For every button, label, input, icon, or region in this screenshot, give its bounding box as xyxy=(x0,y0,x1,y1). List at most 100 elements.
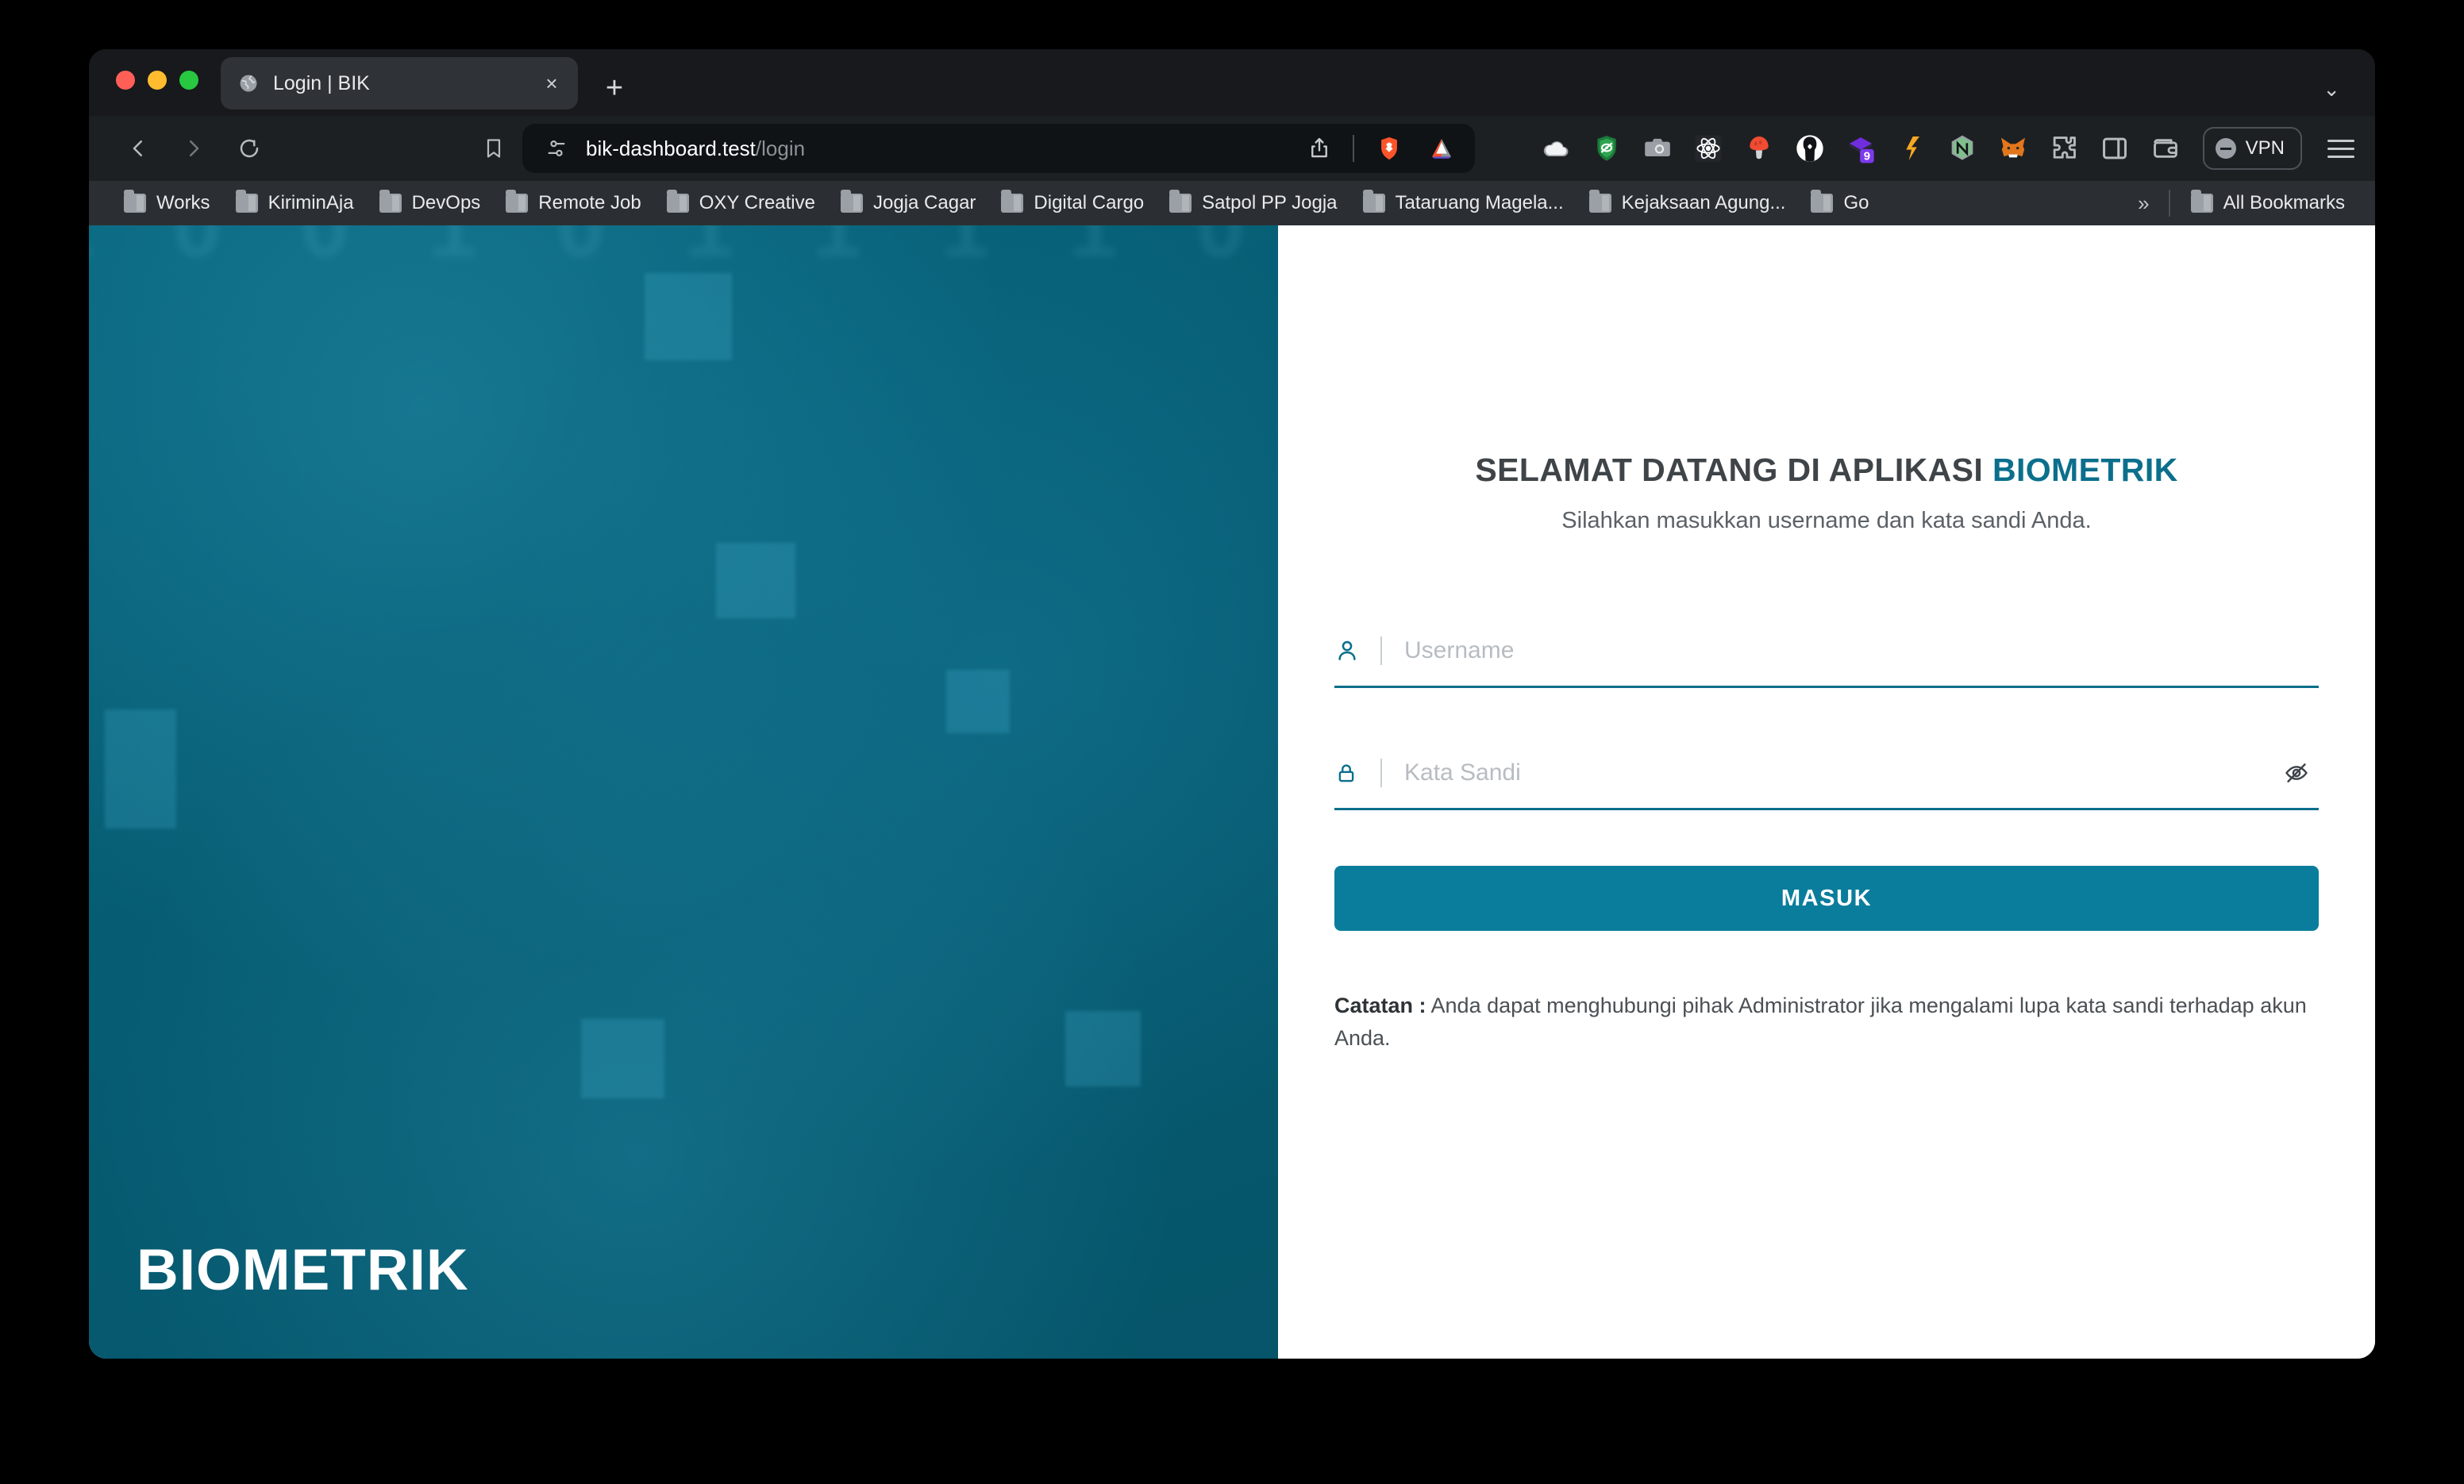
bookmarks-overflow-button[interactable]: » xyxy=(2127,191,2160,216)
all-bookmarks-label: All Bookmarks xyxy=(2223,192,2345,213)
page-viewport: 1 0 0 1 0 1 1 1 1 0 1 0 0 1 0 0 1 1 0 1 … xyxy=(89,225,2375,1359)
chevron-down-icon[interactable]: ⌄ xyxy=(2323,77,2340,102)
new-tab-button[interactable]: + xyxy=(597,73,632,103)
forward-icon[interactable] xyxy=(171,126,216,171)
reload-icon[interactable] xyxy=(227,126,271,171)
folder-icon xyxy=(1169,190,1192,213)
page-title-prefix: SELAMAT DATANG DI APLIKASI xyxy=(1475,452,1984,488)
bookmark-label: OXY Creative xyxy=(699,192,815,213)
mushroom-icon[interactable] xyxy=(1741,130,1777,167)
hexagon-icon[interactable] xyxy=(1944,130,1981,167)
react-devtools-icon[interactable] xyxy=(1690,130,1727,167)
login-panel: SELAMAT DATANG DI APLIKASI BIOMETRIK Sil… xyxy=(1278,225,2375,1359)
bookmark-icon[interactable] xyxy=(473,128,514,169)
puzzle-piece-icon[interactable] xyxy=(2046,130,2082,167)
bookmark-item[interactable]: Remote Job xyxy=(493,186,653,221)
folder-icon xyxy=(666,190,689,213)
back-icon[interactable] xyxy=(116,126,160,171)
hero-decorative-blocks xyxy=(89,225,1278,1359)
bookmark-label: Jogja Cagar xyxy=(873,192,976,213)
folder-icon xyxy=(1001,190,1024,213)
bookmark-label: Digital Cargo xyxy=(1034,192,1145,213)
close-icon[interactable]: × xyxy=(540,73,564,94)
lock-icon xyxy=(1334,759,1377,786)
url-path: /login xyxy=(755,136,806,160)
bookmark-item[interactable]: Works xyxy=(111,186,223,221)
person-icon xyxy=(1334,637,1377,664)
folder-icon xyxy=(2190,190,2213,213)
folder-icon xyxy=(1362,190,1385,213)
folder-icon xyxy=(1811,190,1834,213)
toolbar-divider xyxy=(1353,135,1354,162)
login-submit-button[interactable]: MASUK xyxy=(1334,866,2319,931)
camera-icon[interactable] xyxy=(1639,130,1676,167)
folder-icon xyxy=(1588,190,1611,213)
sidebar-panel-icon[interactable] xyxy=(2096,130,2133,167)
page-title-brand: BIOMETRIK xyxy=(1992,452,2178,488)
bookmark-item[interactable]: Satpol PP Jogja xyxy=(1157,186,1349,221)
bookmark-item[interactable]: Digital Cargo xyxy=(988,186,1157,221)
bookmark-label: Tataruang Magela... xyxy=(1395,192,1564,213)
bookmarks-divider xyxy=(2168,190,2170,217)
bookmark-label: DevOps xyxy=(411,192,481,213)
browser-window: Login | BIK × + ⌄ bik-dashboard.test/log… xyxy=(89,49,2375,1359)
page-title: SELAMAT DATANG DI APLIKASI BIOMETRIK xyxy=(1334,452,2319,489)
vpn-dot-icon xyxy=(2215,138,2236,159)
folder-icon xyxy=(379,190,402,213)
shield-green-icon[interactable] xyxy=(1588,130,1625,167)
tab-title: Login | BIK xyxy=(273,71,370,94)
note-label: Catatan : xyxy=(1334,994,1426,1017)
window-traffic-lights xyxy=(116,49,198,116)
bookmarks-bar: Works KiriminAja DevOps Remote Job OXY C… xyxy=(89,181,2375,225)
bookmark-item[interactable]: DevOps xyxy=(367,186,494,221)
bookmark-item[interactable]: KiriminAja xyxy=(223,186,367,221)
hamburger-menu-icon[interactable] xyxy=(2327,139,2354,158)
browser-tab[interactable]: Login | BIK × xyxy=(221,57,578,110)
globe-icon xyxy=(237,71,260,95)
vpn-button[interactable]: VPN xyxy=(2202,127,2302,170)
field-divider xyxy=(1380,758,1382,787)
lightning-icon[interactable] xyxy=(1893,130,1930,167)
login-form: SELAMAT DATANG DI APLIKASI BIOMETRIK Sil… xyxy=(1334,452,2319,1055)
hero-panel: 1 0 0 1 0 1 1 1 1 0 1 0 0 1 0 0 1 1 0 1 … xyxy=(89,225,1278,1359)
hero-logo: BIOMETRIK xyxy=(137,1238,469,1302)
folder-icon xyxy=(124,190,146,213)
bookmark-item[interactable]: Kejaksaan Agung... xyxy=(1577,186,1799,221)
password-input[interactable] xyxy=(1404,759,2274,786)
password-field-group xyxy=(1334,742,2319,810)
bookmark-item[interactable]: Tataruang Magela... xyxy=(1350,186,1577,221)
bookmark-item[interactable]: OXY Creative xyxy=(654,186,828,221)
url-host: bik-dashboard.test xyxy=(586,136,756,160)
vpn-label: VPN xyxy=(2245,137,2285,159)
page-subtitle: Silahkan masukkan username dan kata sand… xyxy=(1561,508,2092,533)
folder-icon xyxy=(235,190,258,213)
share-icon[interactable] xyxy=(1303,136,1335,160)
bookmark-label: Remote Job xyxy=(538,192,641,213)
metamask-fox-icon[interactable] xyxy=(1995,130,2031,167)
field-divider xyxy=(1380,636,1382,665)
window-zoom-button[interactable] xyxy=(179,71,198,90)
window-minimize-button[interactable] xyxy=(148,71,167,90)
wallet-icon[interactable] xyxy=(2147,130,2184,167)
cloud-icon[interactable] xyxy=(1538,130,1574,167)
all-bookmarks-button[interactable]: All Bookmarks xyxy=(2178,186,2358,221)
address-bar-url: bik-dashboard.test/login xyxy=(586,136,1286,161)
bookmark-label: KiriminAja xyxy=(268,192,354,213)
bookmark-label: Satpol PP Jogja xyxy=(1202,192,1338,213)
note-text: Catatan : Anda dapat menghubungi pihak A… xyxy=(1334,990,2319,1055)
tune-icon[interactable] xyxy=(545,136,568,160)
address-bar[interactable]: bik-dashboard.test/login xyxy=(522,124,1475,173)
folder-icon xyxy=(506,190,529,213)
username-input[interactable] xyxy=(1404,636,2319,664)
svg-text:9: 9 xyxy=(1863,150,1869,163)
prism-triangle-icon[interactable] xyxy=(1424,131,1459,166)
bookmark-item[interactable]: Jogja Cagar xyxy=(828,186,988,221)
bookmark-item[interactable]: Go xyxy=(1798,186,1881,221)
brave-shield-icon[interactable] xyxy=(1372,131,1407,166)
eye-off-icon[interactable] xyxy=(2274,759,2319,786)
note-body: Anda dapat menghubungi pihak Administrat… xyxy=(1334,994,2307,1051)
purple-diamond-icon[interactable]: 9 xyxy=(1842,130,1879,167)
window-close-button[interactable] xyxy=(116,71,135,90)
avatar-dark-icon[interactable] xyxy=(1792,130,1828,167)
tab-strip: Login | BIK × + ⌄ xyxy=(89,49,2375,116)
